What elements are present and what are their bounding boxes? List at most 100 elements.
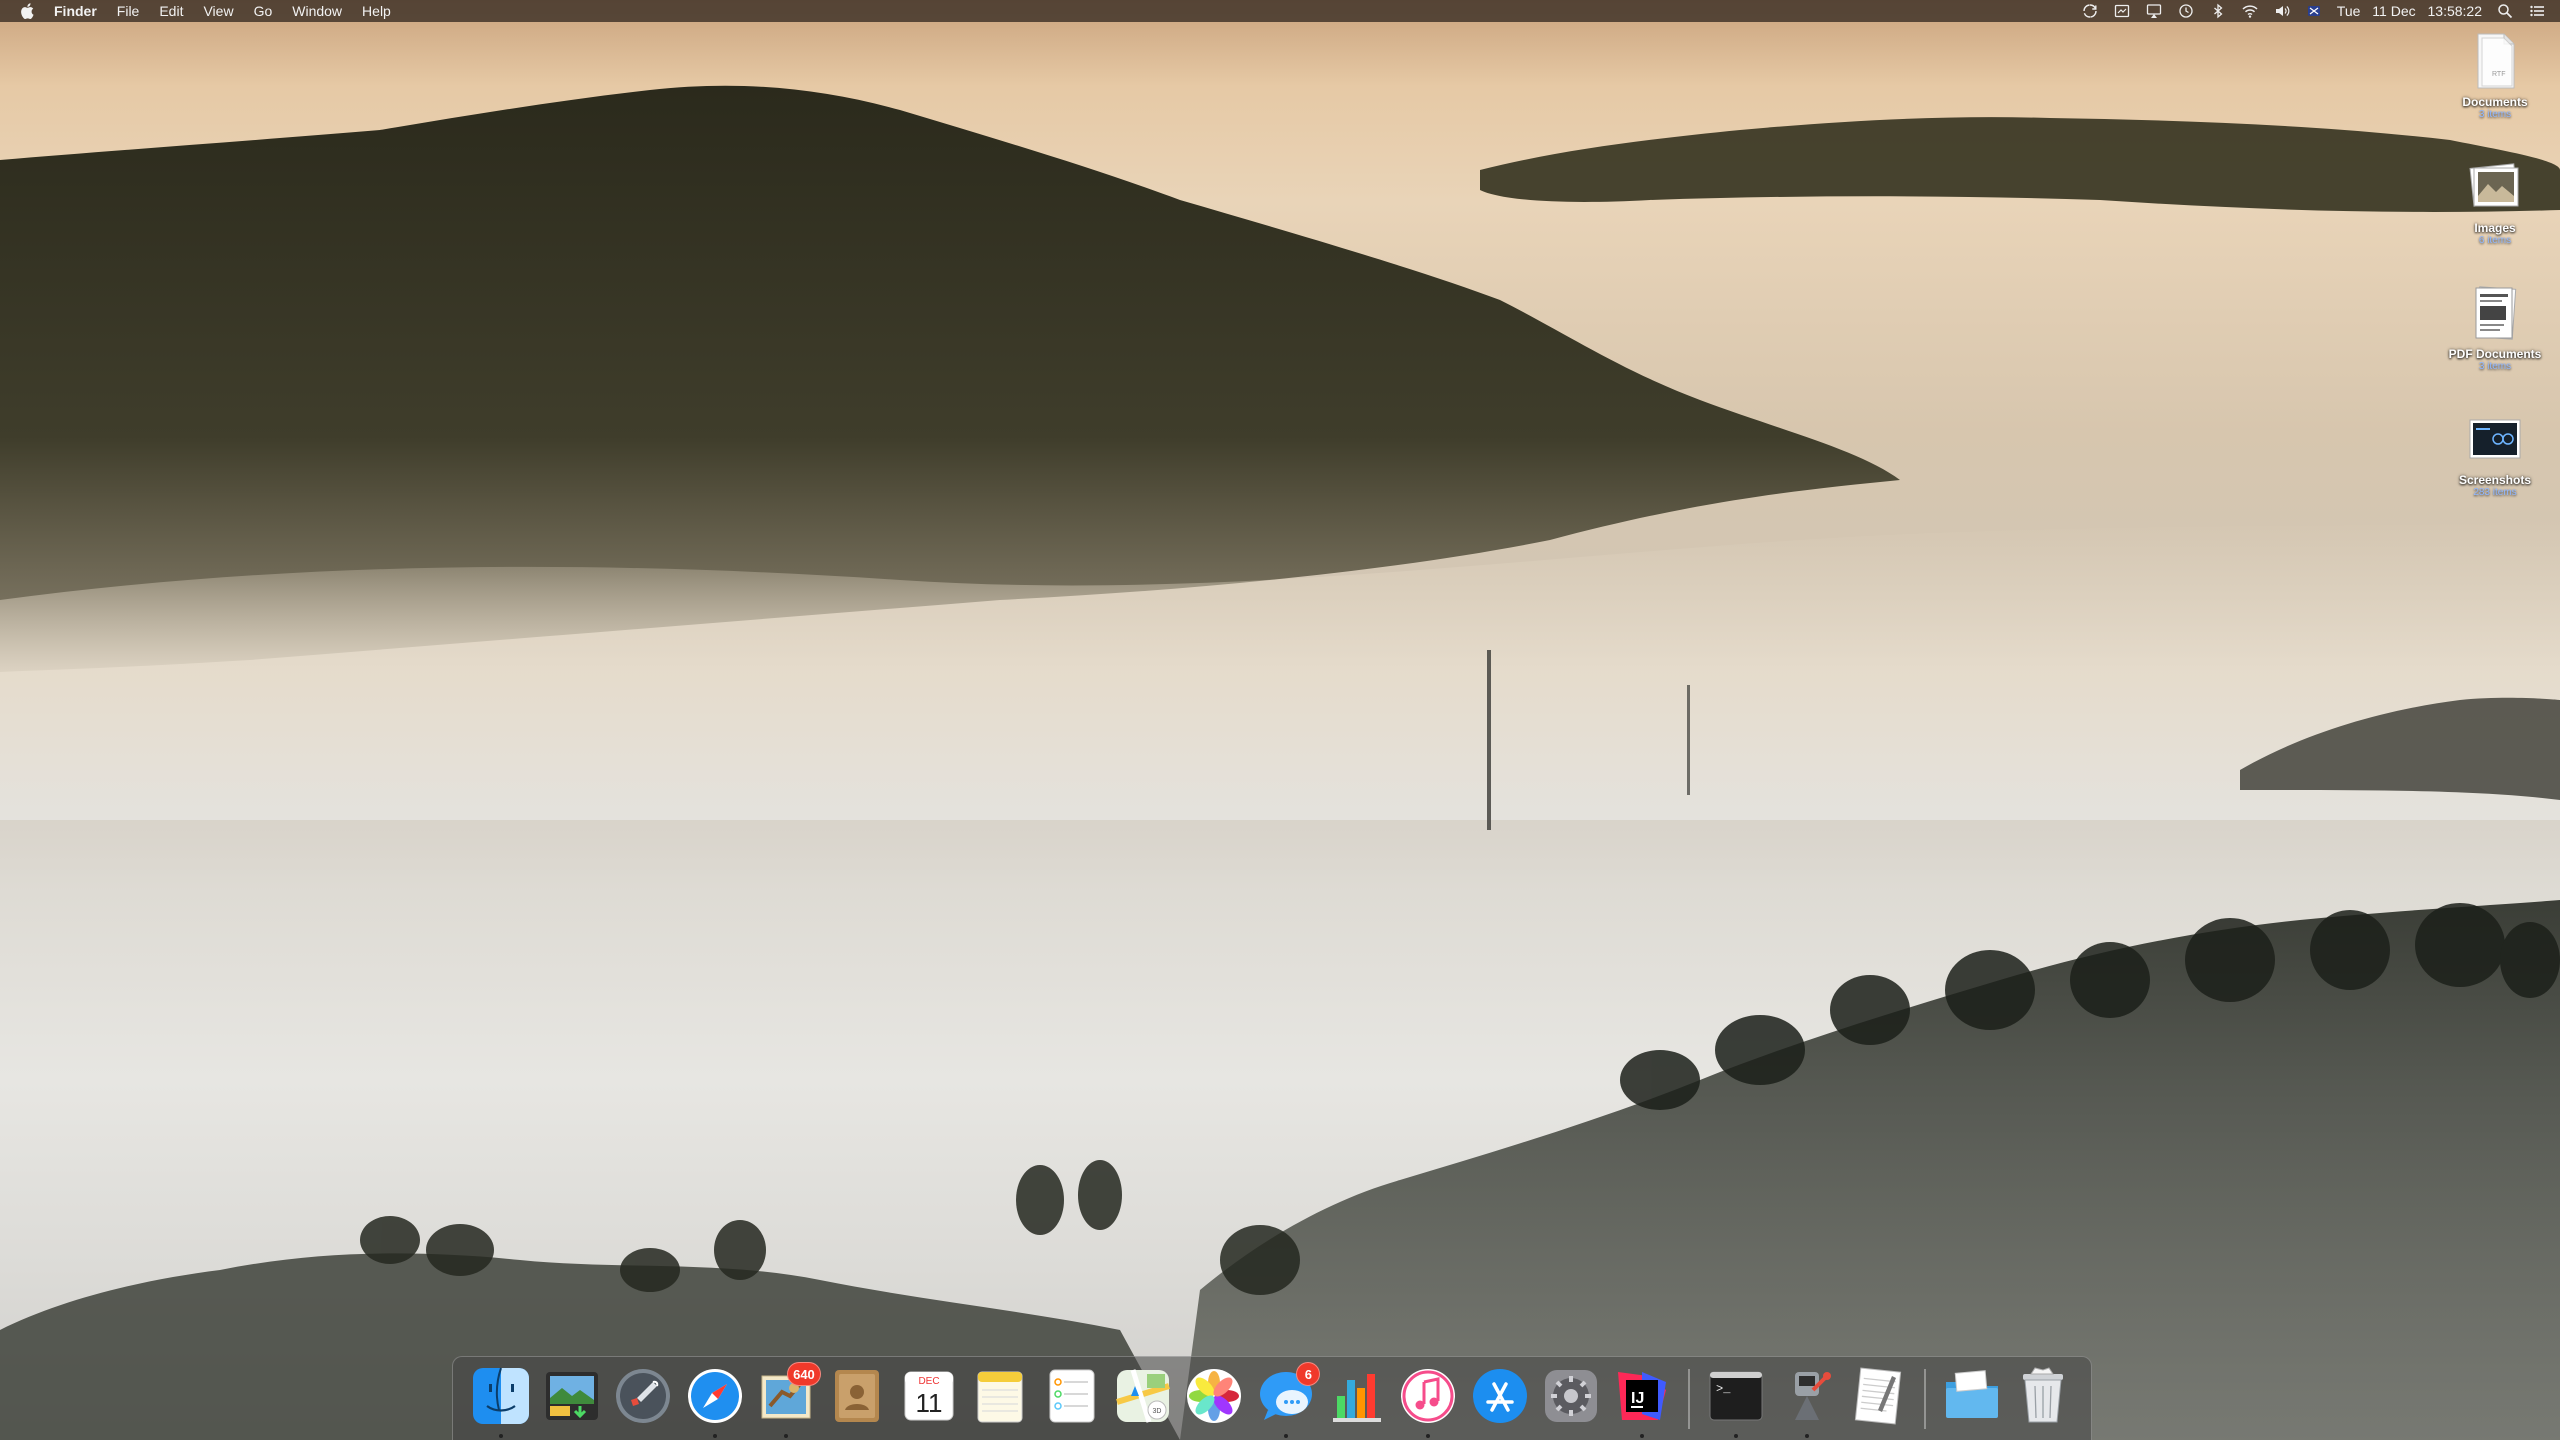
running-indicator [1640, 1433, 1645, 1438]
svg-text:RTF: RTF [2492, 71, 2505, 78]
maps-icon: 3D [1113, 1366, 1173, 1426]
running-indicator [1805, 1433, 1810, 1438]
contacts-icon [827, 1366, 887, 1426]
launchpad-icon [613, 1366, 673, 1426]
desktop-stack-images[interactable]: Images 6 items [2440, 156, 2550, 246]
dock-separator [1924, 1368, 1927, 1429]
desktop-stack-name: Documents [2462, 95, 2528, 109]
desktop-stack-count: 3 items [2478, 109, 2512, 120]
numbers-icon [1327, 1366, 1387, 1426]
automator-icon [1777, 1366, 1837, 1426]
image-stack-icon [2464, 156, 2526, 218]
dock-item-messages[interactable]: 6 [1255, 1361, 1321, 1438]
airplay-icon[interactable] [2145, 2, 2163, 20]
desktop-stack-name: Screenshots [2458, 473, 2532, 487]
dock-item-photos[interactable] [1184, 1366, 1245, 1432]
dock-item-numbers[interactable] [1326, 1366, 1387, 1432]
dock-item-itunes[interactable] [1398, 1366, 1459, 1438]
menu-view[interactable]: View [203, 0, 233, 22]
menu-bar-left: Finder File Edit View Go Window Help [0, 0, 411, 22]
menu-go[interactable]: Go [254, 0, 273, 22]
dock-separator [1688, 1368, 1691, 1429]
menu-bar-status-area: Tue 11 Dec 13:58:22 [2067, 0, 2560, 22]
dock-item-app-store[interactable] [1469, 1366, 1530, 1432]
screenshot-stack-icon [2464, 408, 2526, 470]
dock: 640 DEC 11 3D 6 IJ >_ [452, 1356, 2092, 1440]
running-indicator [1426, 1433, 1431, 1438]
folder-stack-icon: RTF [2464, 30, 2526, 92]
dock-item-intellij[interactable]: IJ [1612, 1366, 1673, 1438]
image-capture-icon [542, 1366, 602, 1426]
calendar-icon: DEC 11 [899, 1366, 959, 1426]
running-indicator [784, 1433, 789, 1438]
notification-center-icon[interactable] [2528, 2, 2546, 20]
terminal-icon: >_ [1706, 1366, 1766, 1426]
desktop-stack-pdf-documents[interactable]: PDF Documents 3 items [2440, 282, 2550, 372]
running-indicator [712, 1433, 717, 1438]
system-preferences-icon [1541, 1366, 1601, 1426]
menu-help[interactable]: Help [362, 0, 391, 22]
photos-icon [1184, 1366, 1244, 1426]
menu-bar: Finder File Edit View Go Window Help Tue… [0, 0, 2560, 22]
sync-icon[interactable] [2081, 2, 2099, 20]
apple-menu-icon[interactable] [20, 3, 34, 19]
dock-item-reminders[interactable] [1041, 1366, 1102, 1432]
wifi-icon[interactable] [2241, 2, 2259, 20]
menu-file[interactable]: File [117, 0, 140, 22]
dock-item-contacts[interactable] [827, 1366, 888, 1432]
safari-icon [685, 1366, 745, 1426]
dock-item-image-capture[interactable] [541, 1366, 602, 1432]
dock-item-mail[interactable]: 640 [755, 1361, 821, 1438]
dock-item-notes[interactable] [970, 1366, 1031, 1432]
desktop-stack-name: PDF Documents [2448, 347, 2542, 361]
screen-recording-icon[interactable] [2113, 2, 2131, 20]
dock-item-system-preferences[interactable] [1540, 1366, 1601, 1432]
volume-icon[interactable] [2273, 2, 2291, 20]
dock-item-maps[interactable]: 3D [1112, 1366, 1173, 1432]
dock-item-trash[interactable] [2013, 1366, 2074, 1432]
spotlight-search-icon[interactable] [2496, 2, 2514, 20]
trash-icon [2013, 1366, 2073, 1426]
running-indicator [1733, 1433, 1738, 1438]
desktop-stack-count: 3 items [2478, 361, 2512, 372]
menu-bar-clock[interactable]: Tue 11 Dec 13:58:22 [2337, 0, 2482, 22]
desktop-stack-count: 283 items [2473, 487, 2517, 498]
intellij-label: IJ [1631, 1390, 1644, 1407]
desktop-stack-documents[interactable]: RTF Documents 3 items [2440, 30, 2550, 120]
desktop-wallpaper [0, 0, 2560, 1440]
reminders-icon [1042, 1366, 1102, 1426]
desktop-stack-name: Images [2474, 221, 2516, 235]
svg-text:3D: 3D [1152, 1408, 1161, 1415]
time-machine-icon[interactable] [2177, 2, 2195, 20]
messages-unread-badge: 6 [1296, 1361, 1321, 1386]
menu-edit[interactable]: Edit [159, 0, 183, 22]
dock-item-launchpad[interactable] [613, 1366, 674, 1432]
clock-time: 13:58:22 [2427, 3, 2483, 19]
dock-item-automator[interactable] [1776, 1366, 1837, 1438]
input-source-icon[interactable] [2305, 2, 2323, 20]
desktop-stack-count: 6 items [2478, 235, 2512, 246]
menu-window[interactable]: Window [292, 0, 342, 22]
menu-app-finder[interactable]: Finder [54, 0, 97, 22]
wallpaper-landscape [0, 85, 2560, 1440]
dock-item-safari[interactable] [684, 1366, 745, 1438]
dock-item-calendar[interactable]: DEC 11 [898, 1366, 959, 1432]
dock-item-textedit[interactable] [1848, 1366, 1909, 1432]
pdf-stack-icon [2464, 282, 2526, 344]
running-indicator [1283, 1433, 1288, 1438]
app-store-icon [1470, 1366, 1530, 1426]
clock-day: Tue [2336, 3, 2361, 19]
clock-date: 11 Dec [2372, 3, 2416, 19]
textedit-icon [1848, 1366, 1908, 1426]
itunes-icon [1398, 1366, 1458, 1426]
dock-item-terminal[interactable]: >_ [1705, 1366, 1766, 1438]
bluetooth-icon[interactable] [2209, 2, 2227, 20]
downloads-folder-icon [1942, 1366, 2002, 1426]
intellij-icon: IJ [1612, 1366, 1672, 1426]
dock-item-finder[interactable] [470, 1366, 531, 1438]
dock-item-downloads-folder[interactable] [1941, 1366, 2002, 1432]
calendar-day-label: 11 [915, 1388, 942, 1418]
desktop-stack-screenshots[interactable]: Screenshots 283 items [2440, 408, 2550, 498]
terminal-prompt: >_ [1716, 1382, 1731, 1396]
mail-unread-badge: 640 [787, 1361, 821, 1386]
